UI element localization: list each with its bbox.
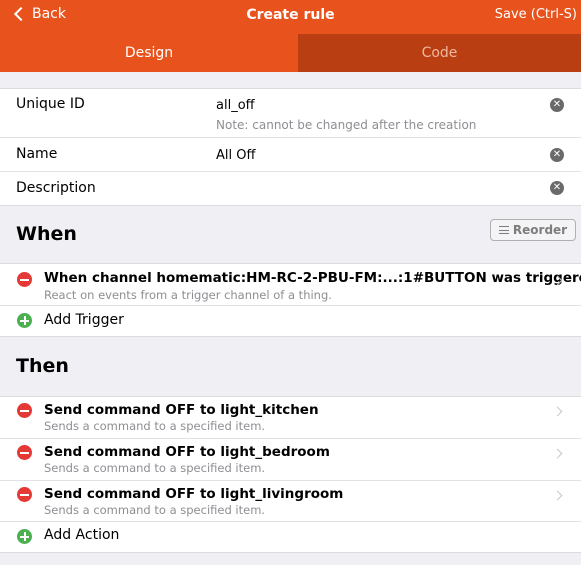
- unique-id-label: Unique ID: [16, 96, 85, 112]
- trigger-item[interactable]: When channel homematic:HM-RC-2-PBU-FM:..…: [0, 264, 581, 306]
- navbar: Back Create rule Save (Ctrl-S): [0, 0, 581, 34]
- remove-action-icon[interactable]: [17, 445, 32, 460]
- back-button[interactable]: Back: [12, 6, 66, 22]
- clear-description-icon[interactable]: ✕: [550, 181, 564, 195]
- tab-code[interactable]: Code: [298, 34, 581, 72]
- rule-fields: Unique ID all_off Note: cannot be change…: [0, 88, 581, 206]
- action-subtitle: Sends a command to a specified item.: [44, 461, 266, 475]
- unique-id-note: Note: cannot be changed after the creati…: [216, 118, 477, 132]
- field-name: Name All Off ✕: [0, 138, 581, 172]
- clear-name-icon[interactable]: ✕: [550, 148, 564, 162]
- chevron-left-icon: [13, 6, 29, 22]
- action-title: Send command OFF to light_kitchen: [44, 402, 319, 418]
- action-subtitle: Sends a command to a specified item.: [44, 503, 266, 517]
- remove-trigger-icon[interactable]: [17, 272, 32, 287]
- name-label: Name: [16, 146, 58, 162]
- action-title: Send command OFF to light_livingroom: [44, 486, 344, 502]
- clear-unique-id-icon[interactable]: ✕: [550, 98, 564, 112]
- action-title: Send command OFF to light_bedroom: [44, 444, 330, 460]
- then-title: Then: [16, 355, 69, 377]
- add-trigger-item[interactable]: Add Trigger: [0, 306, 581, 337]
- trigger-list: When channel homematic:HM-RC-2-PBU-FM:..…: [0, 263, 581, 337]
- remove-action-icon[interactable]: [17, 403, 32, 418]
- remove-action-icon[interactable]: [17, 487, 32, 502]
- chevron-right-icon: [552, 448, 563, 459]
- action-list: Send command OFF to light_kitchen Sends …: [0, 396, 581, 553]
- chevron-right-icon: [552, 406, 563, 417]
- action-item[interactable]: Send command OFF to light_kitchen Sends …: [0, 397, 581, 439]
- add-action-icon[interactable]: [17, 529, 32, 544]
- field-description: Description ✕: [0, 172, 581, 205]
- tab-bar: Design Code: [0, 34, 581, 72]
- save-button[interactable]: Save (Ctrl-S): [495, 7, 577, 22]
- action-item[interactable]: Send command OFF to light_livingroom Sen…: [0, 481, 581, 522]
- when-title: When: [16, 223, 77, 245]
- chevron-right-icon: [552, 490, 563, 501]
- field-unique-id: Unique ID all_off Note: cannot be change…: [0, 89, 581, 138]
- add-action-item[interactable]: Add Action: [0, 522, 581, 552]
- description-label: Description: [16, 180, 96, 196]
- reorder-label: Reorder: [512, 223, 568, 237]
- back-label: Back: [32, 6, 66, 22]
- unique-id-input[interactable]: all_off: [216, 98, 255, 113]
- reorder-icon: [498, 226, 509, 234]
- name-input[interactable]: All Off: [216, 148, 255, 163]
- action-subtitle: Sends a command to a specified item.: [44, 419, 266, 433]
- add-trigger-label: Add Trigger: [44, 312, 124, 328]
- reorder-button[interactable]: Reorder: [490, 219, 576, 241]
- trigger-title: When channel homematic:HM-RC-2-PBU-FM:..…: [44, 270, 581, 286]
- action-item[interactable]: Send command OFF to light_bedroom Sends …: [0, 439, 581, 481]
- add-trigger-icon[interactable]: [17, 313, 32, 328]
- tab-design[interactable]: Design: [0, 34, 298, 72]
- description-input[interactable]: [216, 181, 516, 199]
- trigger-subtitle: React on events from a trigger channel o…: [44, 288, 332, 302]
- add-action-label: Add Action: [44, 527, 120, 543]
